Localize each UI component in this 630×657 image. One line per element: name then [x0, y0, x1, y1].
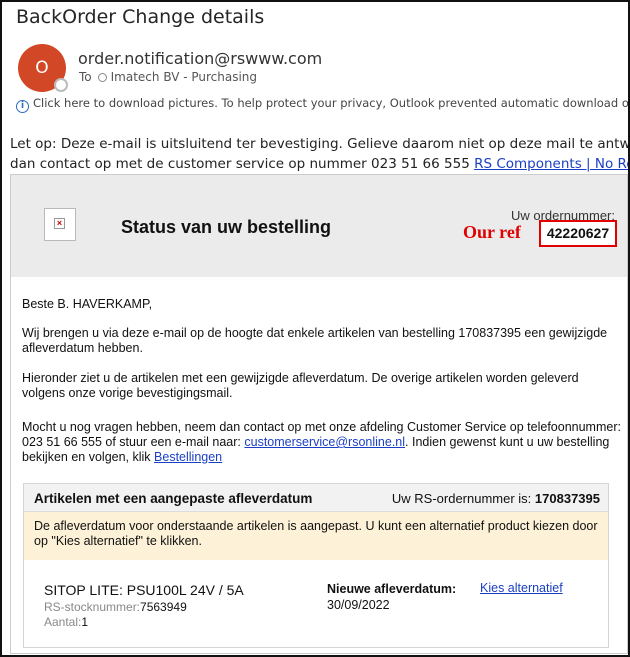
changed-articles-section: Artikelen met een aangepaste afleverdatu…: [23, 483, 609, 648]
warning-text: De afleverdatum voor onderstaande artike…: [34, 519, 598, 548]
recipient-line: To Imatech BV - Purchasing: [79, 70, 257, 84]
notice-line-2: dan contact op met de customer service o…: [10, 154, 628, 174]
paragraph-contact: Mocht u nog vragen hebben, neem dan cont…: [22, 420, 622, 465]
paragraph-changed-items: Wij brengen u via deze e-mail op de hoog…: [22, 326, 608, 355]
stock-number: RS-stocknummer:7563949: [44, 600, 187, 614]
quantity: Aantal:1: [44, 615, 88, 629]
our-ref-number: 42220627: [539, 220, 617, 247]
status-title: Status van uw bestelling: [121, 217, 332, 237]
download-pictures-infobar[interactable]: i Click here to download pictures. To hel…: [16, 96, 628, 113]
info-icon: i: [16, 100, 29, 113]
recipient-presence-icon: [97, 73, 107, 82]
status-header: × Status van uw bestelling Uw ordernumme…: [11, 175, 627, 277]
rs-noreply-link[interactable]: RS Components | No Reply: [474, 156, 628, 172]
quantity-label: Aantal:: [44, 615, 82, 629]
rs-order-value: 170837395: [534, 491, 600, 506]
choose-alternative-link[interactable]: Kies alternatief: [480, 581, 563, 595]
articles-header: Artikelen met een aangepaste afleverdatu…: [24, 484, 608, 512]
stock-value: 7563949: [140, 600, 187, 614]
our-ref-annotation: Our ref: [463, 222, 521, 242]
product-name: SITOP LITE: PSU100L 24V / 5A: [44, 582, 244, 598]
new-delivery-date-value: 30/09/2022: [327, 598, 390, 612]
recipient-name[interactable]: Imatech BV - Purchasing: [111, 70, 257, 84]
bestellingen-link[interactable]: Bestellingen: [154, 450, 222, 464]
rs-order-label: Uw RS-ordernummer is:: [391, 491, 532, 506]
quantity-value: 1: [81, 615, 89, 629]
greeting: Beste B. HAVERKAMP,: [22, 297, 153, 311]
paragraph-overview: Hieronder ziet u de artikelen met een ge…: [22, 371, 579, 400]
logo-image-placeholder: ×: [44, 208, 76, 241]
confirmation-notice: Let op: Deze e-mail is uitsluitend ter b…: [10, 134, 630, 174]
new-delivery-date-label: Nieuwe afleverdatum:: [327, 582, 457, 596]
stock-label: RS-stocknummer:: [44, 600, 141, 614]
notice-line-1: Let op: Deze e-mail is uitsluitend ter b…: [10, 136, 630, 152]
notice-text: dan contact op met de customer service o…: [10, 156, 475, 172]
email-subject: BackOrder Change details: [16, 6, 265, 28]
customer-service-email-link[interactable]: customerservice@rsonline.nl: [244, 435, 405, 449]
presence-icon: [54, 78, 68, 92]
articles-title: Artikelen met een aangepaste afleverdatu…: [34, 491, 313, 506]
email-window: BackOrder Change details O order.notific…: [0, 0, 630, 657]
delivery-date-warning: De afleverdatum voor onderstaande artike…: [24, 512, 608, 560]
broken-image-icon: ×: [54, 218, 65, 229]
sender-address[interactable]: order.notification@rswww.com: [78, 49, 322, 68]
infobar-text[interactable]: Click here to download pictures. To help…: [33, 96, 628, 110]
email-body-card: × Status van uw bestelling Uw ordernumme…: [10, 174, 628, 654]
to-label: To: [79, 70, 92, 84]
rs-order-number: Uw RS-ordernummer is: 170837395: [392, 491, 600, 506]
